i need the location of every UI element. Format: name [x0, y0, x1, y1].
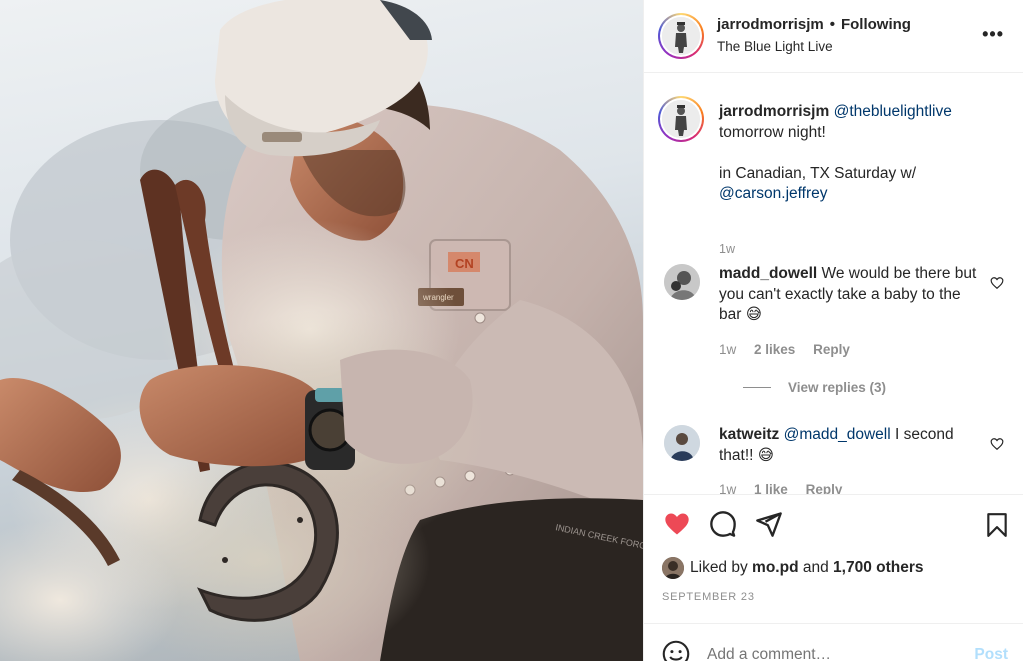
post-date[interactable]: SEPTEMBER 23 [662, 591, 755, 603]
commenter-avatar[interactable] [664, 264, 700, 300]
comment-emoji: 😅 [745, 306, 762, 323]
comment-icon[interactable] [708, 510, 738, 538]
instagram-post: CN wrangler INDIAN CREEK FORGE [0, 0, 1023, 661]
comment-mention[interactable]: @madd_dowell [784, 426, 891, 443]
comment-emoji: 😅 [757, 446, 774, 464]
post-actions: Liked by mo.pd and 1,700 others SEPTEMBE… [644, 494, 1023, 661]
blacksmith-photo: CN wrangler INDIAN CREEK FORGE [0, 0, 643, 661]
replies-line [743, 387, 771, 388]
author-avatar[interactable] [658, 13, 704, 59]
comment-reply-button[interactable]: Reply [813, 342, 850, 357]
caption-username[interactable]: jarrodmorrisjm [719, 103, 829, 120]
comment-like-heart-icon[interactable] [990, 437, 1004, 451]
liked-by-prefix: Liked by [690, 559, 748, 576]
comment-time[interactable]: 1w [719, 342, 736, 357]
more-options-icon[interactable]: ••• [982, 24, 1004, 45]
post-side-panel: jarrodmorrisjm • Following The Blue Light … [643, 0, 1023, 661]
caption-avatar[interactable] [658, 96, 704, 142]
liked-by-user[interactable]: mo.pd [752, 559, 799, 577]
comment-like-heart-icon[interactable] [990, 276, 1004, 290]
location-link[interactable]: The Blue Light Live [717, 37, 911, 57]
comment-input[interactable] [707, 646, 947, 661]
view-replies-button[interactable]: View replies (3) [743, 380, 886, 395]
view-replies-label: View replies (3) [788, 380, 887, 395]
liked-by-and: and [802, 559, 829, 576]
comment-likes[interactable]: 1 like [754, 482, 788, 494]
shirt-patch-text: CN [455, 256, 474, 271]
liked-by-others[interactable]: 1,700 others [833, 559, 923, 577]
following-button[interactable]: Following [841, 16, 911, 33]
liked-by-avatar[interactable] [662, 557, 684, 579]
share-icon[interactable] [754, 510, 784, 538]
comment-likes[interactable]: 2 likes [754, 342, 795, 357]
comment-username[interactable]: katweitz [719, 426, 779, 443]
comment-username[interactable]: madd_dowell [719, 265, 817, 282]
caption-mention[interactable]: @thebluelightlive [834, 103, 952, 120]
caption-timestamp[interactable]: 1w [719, 242, 735, 256]
author-username[interactable]: jarrodmorrisjm [717, 16, 824, 33]
like-heart-icon[interactable] [662, 510, 692, 538]
liked-by: Liked by mo.pd and 1,700 others [662, 557, 924, 579]
add-comment-bar: Post [644, 623, 1023, 661]
comment-reply-button[interactable]: Reply [806, 482, 843, 494]
caption-line2: in Canadian, TX Saturday w/ [719, 164, 917, 182]
author-photo [662, 17, 700, 55]
post-comment-button[interactable]: Post [974, 646, 1008, 661]
caption-author-photo [662, 100, 700, 138]
comments-section[interactable]: jarrodmorrisjm @thebluelightlive tomorro… [644, 74, 1023, 494]
bookmark-icon[interactable] [984, 511, 1010, 539]
comment-time[interactable]: 1w [719, 482, 736, 494]
caption-mention2[interactable]: @carson.jeffrey [719, 185, 828, 202]
caption-text: jarrodmorrisjm @thebluelightlive tomorro… [719, 102, 1009, 205]
caption-line1: tomorrow night! [719, 123, 826, 141]
emoji-icon[interactable] [662, 640, 690, 661]
commenter-avatar[interactable] [664, 425, 700, 461]
separator-dot: • [829, 16, 835, 33]
post-header: jarrodmorrisjm • Following The Blue Light … [644, 0, 1023, 73]
post-photo[interactable]: CN wrangler INDIAN CREEK FORGE [0, 0, 643, 661]
